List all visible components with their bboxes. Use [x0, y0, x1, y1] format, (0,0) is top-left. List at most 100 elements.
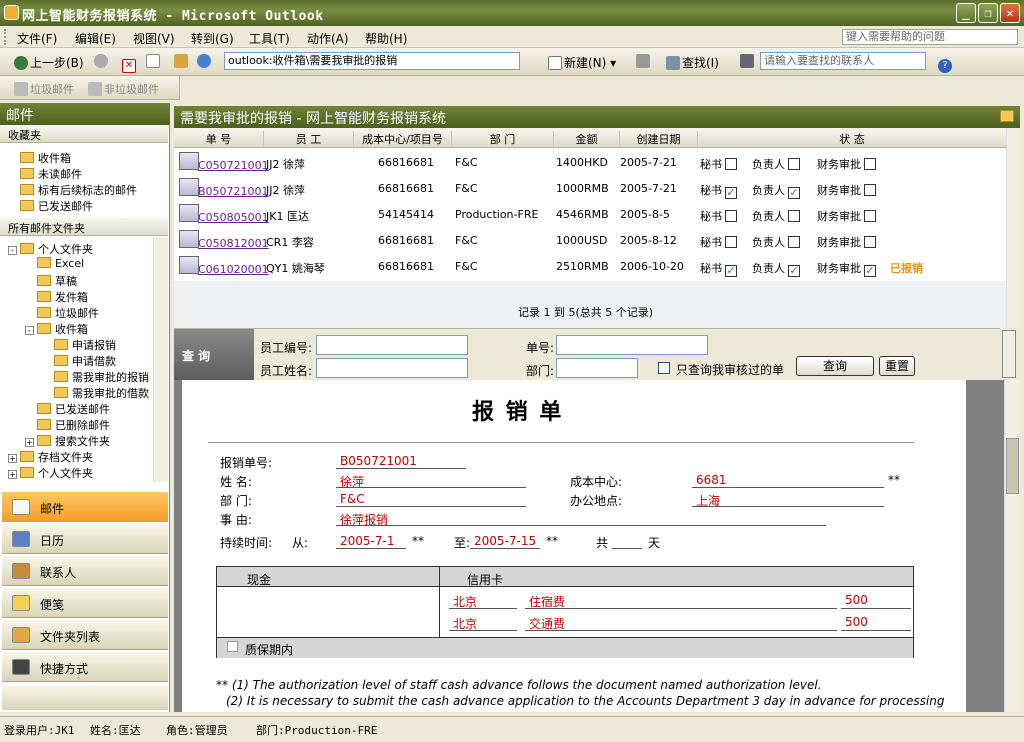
- nav-button-calendar[interactable]: 日历: [2, 524, 168, 554]
- bill-no-cell[interactable]: C050721001: [198, 159, 269, 172]
- find-button[interactable]: 查找(I): [666, 54, 719, 71]
- status-checkbox[interactable]: ✓: [864, 265, 876, 277]
- status-checkbox[interactable]: [725, 236, 737, 248]
- new-button[interactable]: 新建(N) ▾: [548, 54, 616, 71]
- junk-button[interactable]: 垃圾邮件: [14, 81, 74, 97]
- maximize-button[interactable]: ❐: [978, 3, 998, 23]
- nav-button-shortcuts[interactable]: 快捷方式: [2, 652, 168, 682]
- table-row[interactable]: C061020001 QY1 姚海琴 66816681 F&C 2510RMB 2006-…: [174, 253, 1006, 279]
- col-employee[interactable]: 员 工: [264, 131, 354, 147]
- col-department[interactable]: 部 门: [452, 131, 554, 147]
- expand-toggle-icon[interactable]: +: [8, 470, 17, 479]
- reading-pane-scrollbar[interactable]: [1004, 380, 1020, 712]
- nav-button-notes[interactable]: 便笺: [2, 588, 168, 618]
- folder-tree-item[interactable]: 申请报销: [42, 337, 116, 353]
- col-bill-no[interactable]: 单 号: [174, 131, 264, 147]
- reset-button[interactable]: 重置: [879, 356, 915, 376]
- help-search-input[interactable]: 键入需要帮助的问题: [842, 29, 1018, 45]
- folder-tree-item[interactable]: 已发送邮件: [25, 401, 110, 417]
- nav-button-folder-list[interactable]: 文件夹列表: [2, 620, 168, 650]
- contact-search-input[interactable]: 请输入要查找的联系人: [760, 52, 926, 70]
- home-button[interactable]: [174, 54, 190, 68]
- folder-tree-item[interactable]: 垃圾邮件: [25, 305, 99, 321]
- only-mine-checkbox[interactable]: [658, 362, 670, 374]
- bill-no-cell[interactable]: C061020001: [198, 263, 269, 276]
- forward-button[interactable]: [94, 54, 110, 68]
- table-row[interactable]: C050805001 JK1 匡达 54145414 Production-FRE 45…: [174, 201, 1006, 227]
- folder-tree-item[interactable]: 需我审批的借款: [42, 385, 149, 401]
- status-checkbox[interactable]: [864, 158, 876, 170]
- status-checkbox[interactable]: ✓: [788, 187, 800, 199]
- expand-toggle-icon[interactable]: -: [25, 326, 34, 335]
- all-folders-header[interactable]: 所有邮件文件夹: [0, 218, 168, 236]
- table-row[interactable]: C050721001 JJ2 徐萍 66816681 F&C 1400HKD 2005-7…: [174, 149, 1006, 175]
- folder-tree-item[interactable]: - 个人文件夹: [8, 241, 93, 257]
- status-checkbox[interactable]: [788, 158, 800, 170]
- status-checkbox[interactable]: [864, 236, 876, 248]
- nav-button-mail[interactable]: 邮件: [2, 492, 168, 522]
- folder-tree-item[interactable]: - 收件箱: [25, 321, 88, 337]
- table-row[interactable]: B050721001 JJ2 徐萍 66816681 F&C 1000RMB 2005-7…: [174, 175, 1006, 201]
- bill-no-cell[interactable]: C050805001: [198, 211, 269, 224]
- emp-name-input[interactable]: [316, 358, 468, 378]
- folder-tree-item[interactable]: + 存档文件夹: [8, 449, 93, 465]
- folder-tree-item[interactable]: + 搜索文件夹: [25, 433, 110, 449]
- folder-tree-scrollbar[interactable]: [153, 237, 168, 482]
- menu-edit[interactable]: 编辑(E): [75, 30, 116, 47]
- toolbar-grip[interactable]: [4, 29, 8, 45]
- folder-tree-item[interactable]: 草稿: [25, 273, 77, 289]
- menu-actions[interactable]: 动作(A): [307, 30, 349, 47]
- close-button[interactable]: ✕: [1000, 3, 1020, 23]
- status-checkbox[interactable]: [788, 236, 800, 248]
- menu-help[interactable]: 帮助(H): [365, 30, 407, 47]
- status-checkbox[interactable]: [725, 210, 737, 222]
- configure-buttons-bar[interactable]: [2, 686, 168, 710]
- minimize-button[interactable]: _: [956, 3, 976, 23]
- status-checkbox[interactable]: [725, 158, 737, 170]
- folder-tree-item[interactable]: Excel: [25, 257, 84, 270]
- warranty-checkbox[interactable]: [227, 641, 238, 652]
- web-button[interactable]: [197, 54, 213, 68]
- status-checkbox[interactable]: [864, 184, 876, 196]
- favorite-item[interactable]: 标有后续标志的邮件: [20, 182, 137, 198]
- help-button[interactable]: ?: [938, 54, 954, 73]
- emp-no-input[interactable]: [316, 335, 468, 355]
- status-checkbox[interactable]: [788, 210, 800, 222]
- favorites-header[interactable]: 收藏夹: [0, 125, 168, 143]
- back-button[interactable]: 上一步(B): [14, 54, 84, 71]
- address-book-button[interactable]: [740, 54, 756, 68]
- status-checkbox[interactable]: ✓: [788, 265, 800, 277]
- refresh-button[interactable]: [146, 54, 162, 68]
- menu-file[interactable]: 文件(F): [17, 30, 57, 47]
- expand-toggle-icon[interactable]: -: [8, 246, 17, 255]
- address-bar[interactable]: outlook:收件箱\需要我审批的报销: [224, 52, 520, 70]
- nav-button-contacts[interactable]: 联系人: [2, 556, 168, 586]
- folder-tree-item[interactable]: + 个人文件夹: [8, 465, 93, 481]
- search-button[interactable]: 查询: [796, 356, 874, 376]
- table-row[interactable]: C050812001 CR1 李容 66816681 F&C 1000USD 2005-8…: [174, 227, 1006, 253]
- menu-go[interactable]: 转到(G): [191, 30, 234, 47]
- scroll-thumb[interactable]: [1006, 438, 1019, 494]
- col-amount[interactable]: 金额: [554, 131, 620, 147]
- menu-tools[interactable]: 工具(T): [249, 30, 290, 47]
- col-date[interactable]: 创建日期: [620, 131, 698, 147]
- col-cost-center[interactable]: 成本中心/项目号: [354, 131, 452, 147]
- folder-tree-item[interactable]: 申请借款: [42, 353, 116, 369]
- not-junk-button[interactable]: 非垃圾邮件: [88, 81, 159, 97]
- bill-no-input[interactable]: [556, 335, 708, 355]
- folder-tree-item[interactable]: 已删除邮件: [25, 417, 110, 433]
- expand-toggle-icon[interactable]: +: [25, 438, 34, 447]
- status-checkbox[interactable]: ✓: [725, 187, 737, 199]
- favorite-item[interactable]: 未读邮件: [20, 166, 82, 182]
- query-scrollbar[interactable]: [1000, 328, 1020, 380]
- folder-tree-item[interactable]: 需我审批的报销: [42, 369, 149, 385]
- bill-no-cell[interactable]: C050812001: [198, 237, 269, 250]
- folder-tree-item[interactable]: 发件箱: [25, 289, 88, 305]
- status-checkbox[interactable]: [864, 210, 876, 222]
- expense-list-scrollbar[interactable]: [1006, 128, 1020, 328]
- print-button[interactable]: [636, 54, 652, 68]
- favorite-item[interactable]: 收件箱: [20, 150, 71, 166]
- stop-button[interactable]: ✕: [122, 54, 138, 73]
- dept-input[interactable]: [556, 358, 638, 378]
- favorite-item[interactable]: 已发送邮件: [20, 198, 93, 214]
